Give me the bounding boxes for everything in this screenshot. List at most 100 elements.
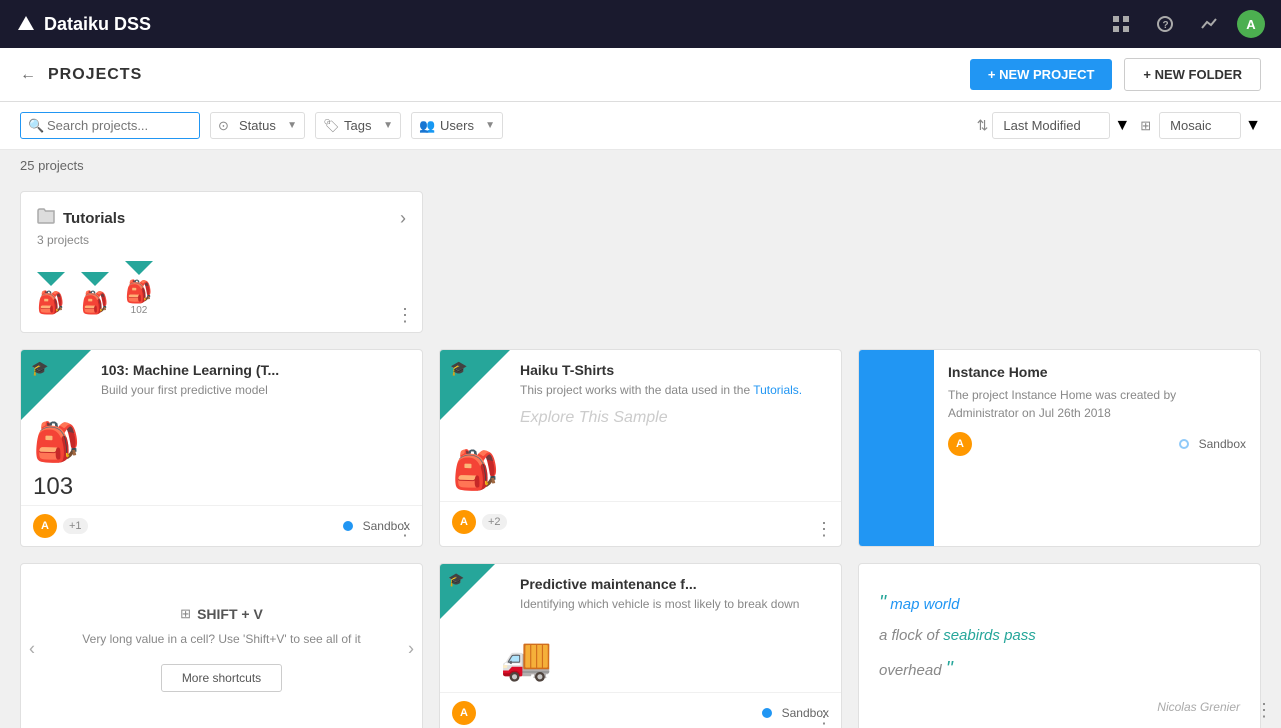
instance-sidebar — [859, 350, 934, 546]
maintenance-card[interactable]: 🎓 Predictive maintenance f... Identifyin… — [439, 563, 842, 728]
tutorials-folder-card[interactable]: Tutorials › 3 projects 🎒 🎒 🎒 102 — [20, 191, 423, 333]
help-icon-btn[interactable]: ? — [1149, 8, 1181, 40]
haiku-bag-icon: 🎒 — [452, 450, 499, 492]
haiku-desc-pre: This project works with the data used in… — [520, 383, 753, 397]
svg-text:?: ? — [1163, 20, 1169, 31]
users-filter[interactable]: Users — [411, 112, 503, 139]
shortcut-card: ‹ ⊞ SHIFT + V Very long value in a cell?… — [20, 563, 423, 728]
page-title: PROJECTS — [48, 66, 958, 84]
navbar: Dataiku DSS ? A — [0, 0, 1281, 48]
help-icon: ? — [1157, 16, 1173, 32]
empty-row1 — [439, 191, 1261, 333]
logo-icon — [16, 14, 36, 34]
instance-card[interactable]: Instance Home The project Instance Home … — [858, 349, 1261, 547]
search-wrap: 🔍 — [20, 112, 200, 139]
ml103-title: 103: Machine Learning (T... — [101, 362, 410, 378]
haiku-title: Haiku T-Shirts — [520, 362, 829, 378]
new-folder-button[interactable]: + NEW FOLDER — [1124, 58, 1261, 91]
teal-flag-1 — [37, 272, 65, 286]
shortcut-next-button[interactable]: › — [408, 639, 414, 660]
more-shortcuts-button[interactable]: More shortcuts — [161, 664, 282, 692]
folder-title: Tutorials — [63, 210, 125, 227]
project-count: 25 projects — [0, 150, 1281, 181]
main-content: Tutorials › 3 projects 🎒 🎒 🎒 102 — [0, 181, 1281, 728]
haiku-icon-area: 🎒 — [440, 449, 841, 501]
maint-more-button[interactable]: ⋮ — [815, 708, 833, 726]
maint-title: Predictive maintenance f... — [520, 576, 829, 592]
tags-filter[interactable]: Tags — [315, 112, 401, 139]
thumb-icon-2: 🎒 — [81, 290, 108, 316]
trending-icon — [1201, 16, 1217, 32]
shortcut-title-wrap: ⊞ SHIFT + V — [180, 606, 263, 622]
ml103-icon-area: 🎒 — [21, 421, 422, 473]
grid-icon-btn[interactable] — [1105, 8, 1137, 40]
ml103-desc: Build your first predictive model — [101, 382, 410, 399]
back-button[interactable]: ← — [20, 66, 36, 84]
ml103-footer: A +1 Sandbox — [21, 505, 422, 546]
projects-grid: Tutorials › 3 projects 🎒 🎒 🎒 102 — [20, 191, 1261, 728]
shortcut-title: SHIFT + V — [197, 606, 263, 622]
haiku-line3: overhead — [879, 662, 942, 679]
thumb-num-3: 102 — [131, 305, 148, 316]
ml103-card[interactable]: 🎓 103: Machine Learning (T... Build your… — [20, 349, 423, 547]
maint-truck-icon: 🚚 — [500, 635, 552, 682]
teal-flag-2 — [81, 272, 109, 286]
haiku-more-button[interactable]: ⋮ — [815, 520, 833, 538]
folder-count: 3 projects — [37, 233, 406, 247]
instance-title: Instance Home — [948, 364, 1246, 380]
search-icon: 🔍 — [28, 118, 44, 134]
ml103-extra: +1 — [63, 518, 88, 534]
folder-more-button[interactable]: ⋮ — [396, 306, 414, 324]
thumb-icon-3: 🎒 — [125, 279, 152, 305]
ml103-triangle-icon: 🎓 — [31, 360, 48, 377]
shortcut-table-icon: ⊞ — [180, 606, 191, 622]
status-filter[interactable]: Status — [210, 112, 305, 139]
instance-footer: A Sandbox — [948, 432, 1246, 456]
folder-thumbs: 🎒 🎒 🎒 102 — [37, 261, 406, 316]
folder-title-wrap: Tutorials — [37, 208, 125, 229]
app-title: Dataiku DSS — [44, 14, 151, 35]
shortcut-desc: Very long value in a cell? Use 'Shift+V'… — [52, 630, 390, 648]
maint-icon-area: 🚚 — [440, 635, 841, 692]
ml103-avatar: A — [33, 514, 57, 538]
ml103-more-button[interactable]: ⋮ — [396, 520, 414, 538]
sort-select[interactable]: Last Modified — [992, 112, 1110, 139]
thumb-1: 🎒 — [37, 272, 65, 316]
thumb-2: 🎒 — [81, 272, 109, 316]
user-avatar[interactable]: A — [1237, 10, 1265, 38]
tags-filter-wrap: 🏷 Tags ▼ — [315, 112, 401, 139]
instance-status: Sandbox — [1199, 437, 1246, 451]
haiku-explore: Explore This Sample — [520, 409, 829, 427]
users-filter-wrap: 👥 Users ▼ — [411, 112, 503, 139]
haiku-footer: A +2 — [440, 501, 841, 542]
view-select[interactable]: Mosaic — [1159, 112, 1241, 139]
thumb-icon-1: 🎒 — [37, 290, 64, 316]
page-header: ← PROJECTS + NEW PROJECT + NEW FOLDER — [0, 48, 1281, 102]
haiku-line1: map world — [890, 596, 959, 613]
ml103-bag-icon: 🎒 — [33, 421, 410, 465]
status-filter-wrap: ⊙ Status ▼ — [210, 112, 305, 139]
teal-flag-3 — [125, 261, 153, 275]
haiku-author: Nicolas Grenier — [879, 700, 1240, 714]
close-quote: " — [946, 658, 953, 680]
haiku-line2-a: a flock of — [879, 627, 943, 644]
grid-icon — [1113, 16, 1129, 32]
maint-avatar: A — [452, 701, 476, 725]
sort-wrap: ⇅ Last Modified ▼ — [977, 112, 1131, 139]
trending-icon-btn[interactable] — [1193, 8, 1225, 40]
ml103-number: 103 — [21, 473, 422, 505]
maint-footer: A Sandbox — [440, 692, 841, 728]
app-logo[interactable]: Dataiku DSS — [16, 14, 151, 35]
view-caret: ▼ — [1245, 117, 1261, 135]
maint-triangle-icon: 🎓 — [448, 572, 464, 588]
haiku-poem-text: " map world a flock of seabirds pass ove… — [879, 584, 1240, 689]
haiku-desc-link[interactable]: Tutorials. — [753, 383, 802, 397]
folder-chevron: › — [400, 208, 406, 229]
search-input[interactable] — [20, 112, 200, 139]
haiku-card[interactable]: 🎓 Haiku T-Shirts This project works with… — [439, 349, 842, 547]
new-project-button[interactable]: + NEW PROJECT — [970, 59, 1113, 90]
maint-desc: Identifying which vehicle is most likely… — [520, 596, 829, 613]
ml103-status-dot — [343, 521, 353, 531]
sort-caret: ▼ — [1114, 117, 1130, 135]
shortcut-prev-button[interactable]: ‹ — [29, 639, 35, 660]
